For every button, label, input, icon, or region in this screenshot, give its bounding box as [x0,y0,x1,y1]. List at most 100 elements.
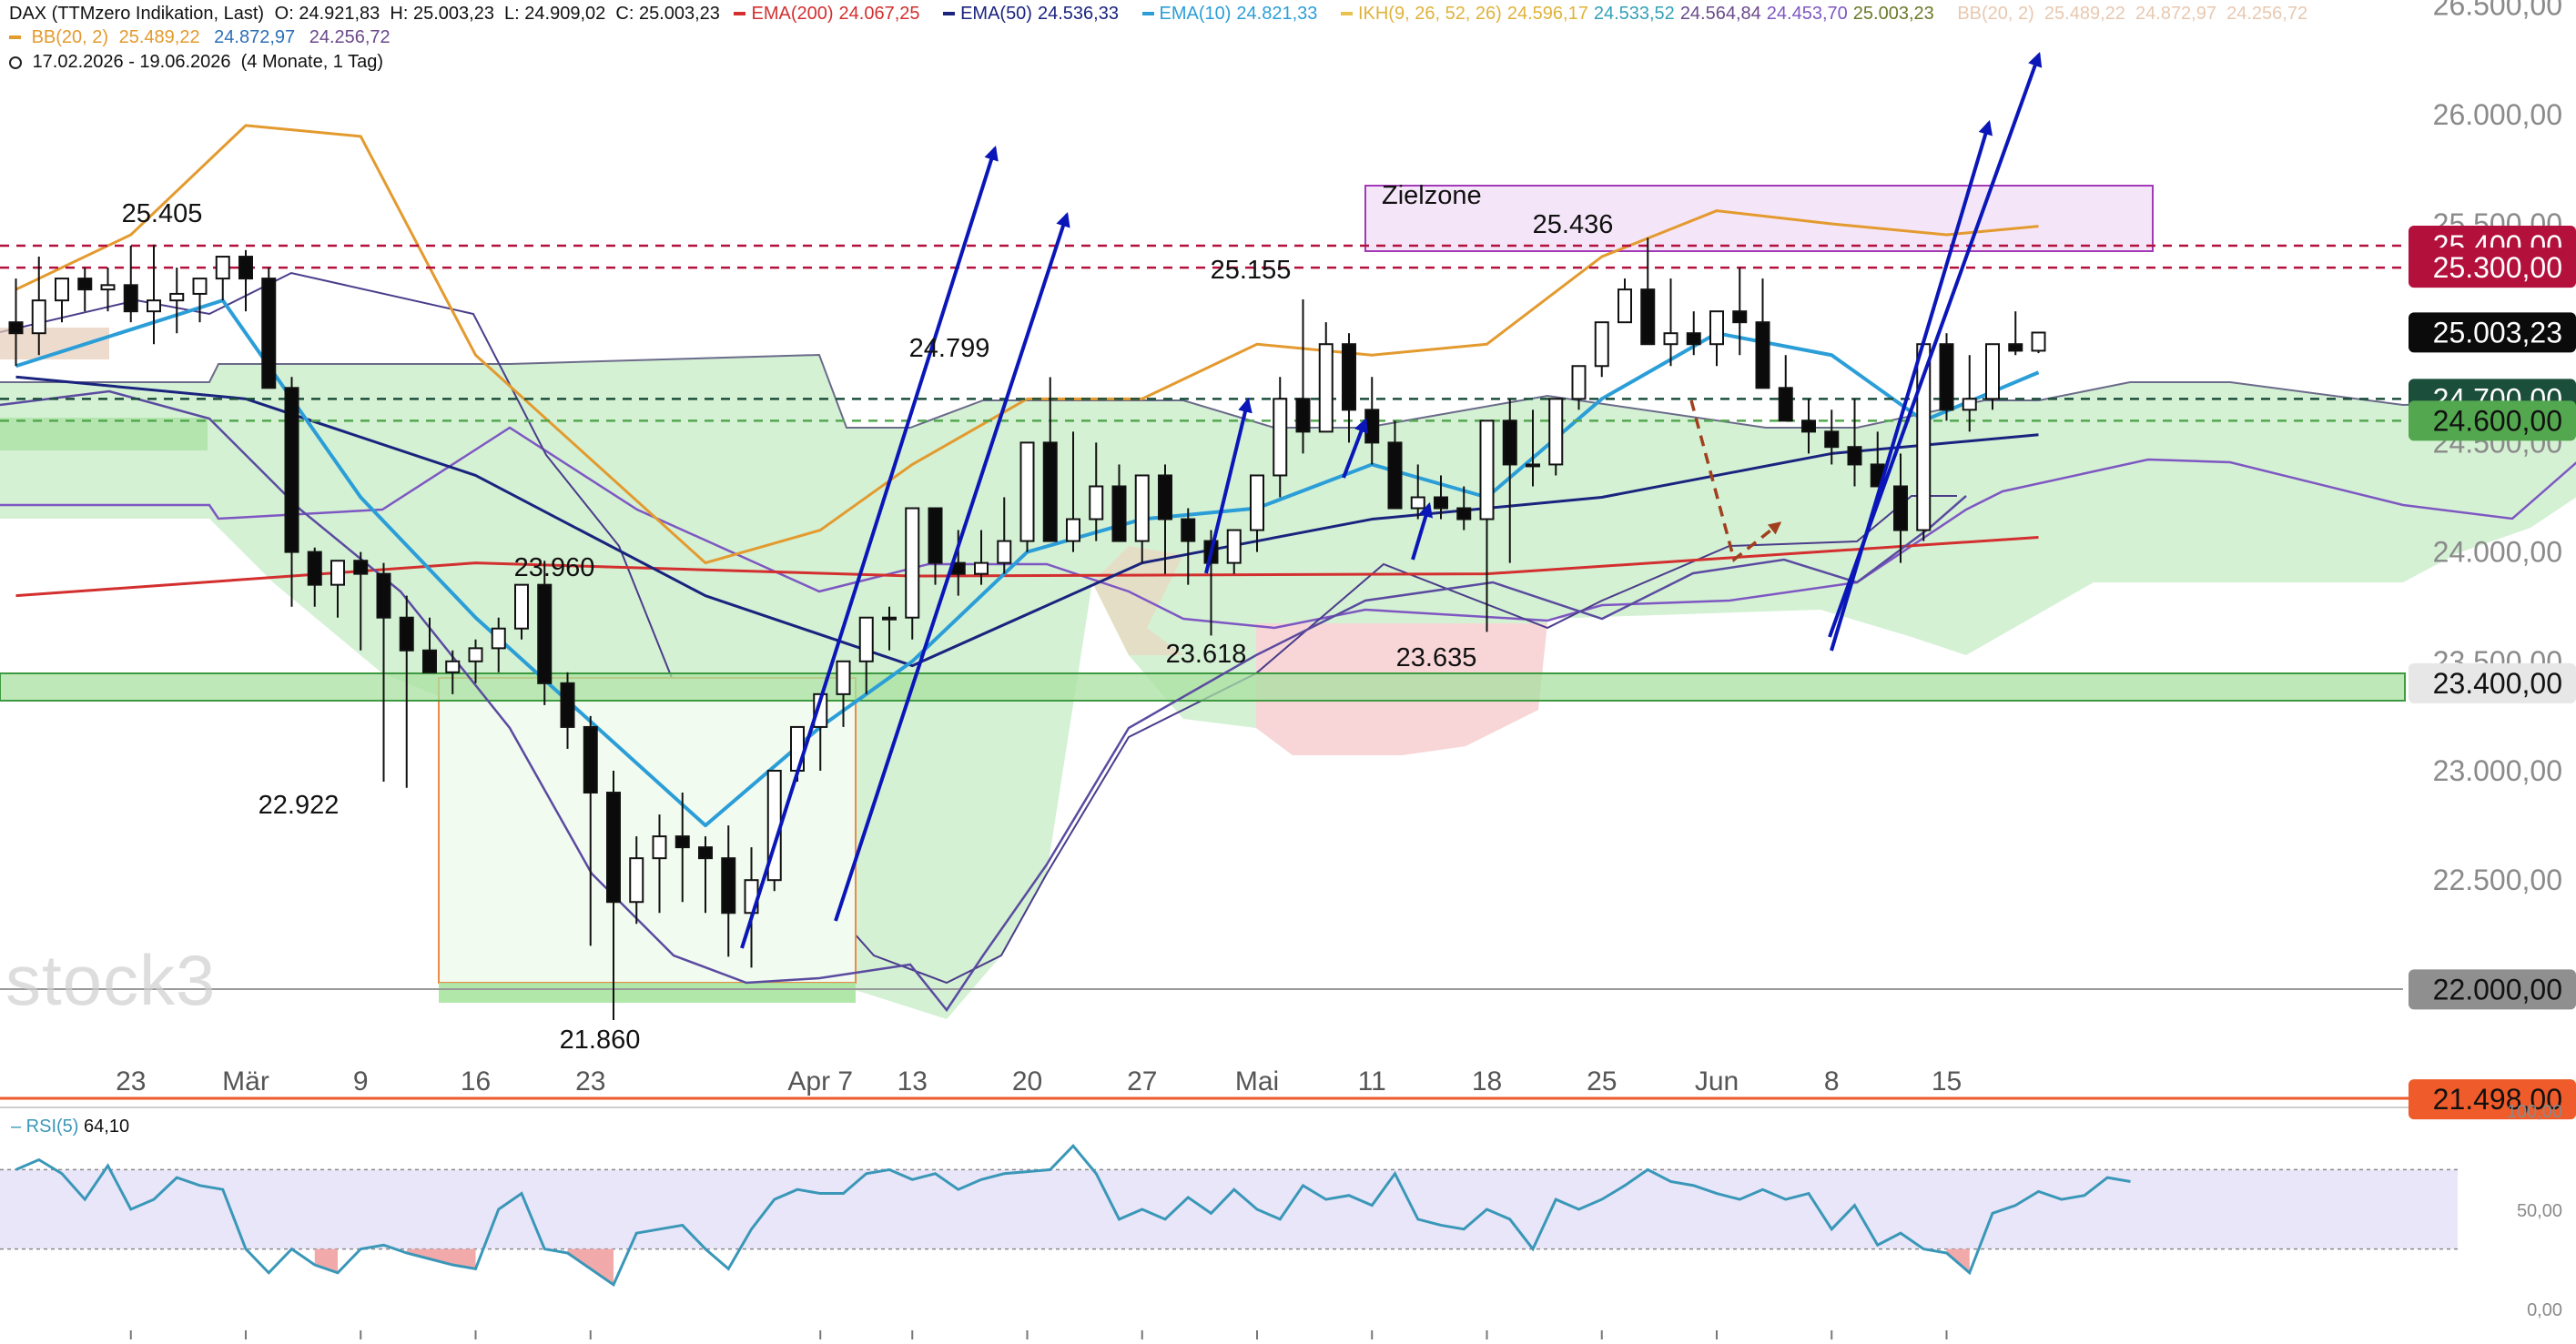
price-annotation: 23.635 [1396,643,1477,672]
candle-body [422,649,437,673]
candle-body [468,647,483,662]
level-24600-badge: 24.600,00 [2409,400,2576,441]
candle-body [698,846,713,860]
ema50-legend-value: 24.536,33 [1037,4,1119,24]
candle-body [1709,310,1724,346]
price-annotation: 23.618 [1166,640,1247,669]
candle-body [997,540,1012,564]
candle-body [1618,288,1632,324]
candle-body [2008,343,2023,352]
time-tick-label: 25 [1587,1066,1617,1096]
candle-body [1226,529,1242,564]
candle-body [238,256,253,280]
bb-legend-lower: 24.256,72 [309,27,390,47]
accumulation-box [438,677,857,984]
price-annotation: 24.799 [909,334,990,363]
ema50-legend-label: EMA(50) [960,4,1032,24]
candle-body [1295,398,1311,433]
ema200-legend-label: EMA(200) [751,4,834,24]
accumulation-floor [439,983,856,1003]
price-annotation: 25.436 [1533,210,1614,239]
ikh-value-3: 24.564,84 [1679,4,1761,24]
candle-body [1134,474,1150,542]
candle-body [77,278,93,291]
price-annotation: 23.960 [514,553,595,582]
time-tick-label: Mär [222,1066,269,1096]
candle-body [215,256,230,280]
candle-body [1594,321,1609,368]
candle-body [606,792,621,904]
ikh-value-1: 24.596,17 [1506,4,1588,24]
candle-body [55,278,69,302]
ikh-value-4: 24.453,70 [1766,4,1848,24]
candle [1640,237,1656,346]
candle [2031,331,2046,354]
candle-body [1410,496,1425,510]
watermark: stock3 [5,940,217,1020]
rsi-tick-label: 100,00 [2507,1102,2562,1122]
candle [1778,355,1793,422]
time-tick-label: 8 [1824,1066,1840,1096]
ikh-legend-label: IKH(9, 26, 52, 26) [1357,4,1502,24]
candle-body [192,278,208,295]
price-tick-label: 23.000,00 [2433,754,2562,787]
candle-body [2031,331,2046,352]
bb-legend-faded: BB(20, 2) 25.489,22 24.872,97 24.256,72 [1957,4,2308,24]
candle-body [1181,518,1196,542]
header-line-2: BB(20, 2) 25.489,22 24.872,97 24.256,72 [9,27,400,48]
candle [1318,322,1334,433]
time-axis: 23 Mär 9 16 23 Apr 7 13 20 27 Mai 11 18 25 Jun 8 15 [116,1066,1962,1096]
support-band-left [0,418,208,450]
candle-body [858,616,874,662]
candle-body [537,583,553,684]
ichimoku-cloud [0,271,2576,1019]
level-25300-badge-text: 25.300,00 [2433,251,2562,284]
candle-body [1985,343,2000,400]
level-25300-badge: 25.300,00 [2409,248,2576,288]
candle-body [1847,446,1862,466]
ohlc-values: O: 24.921,83 H: 25.003,23 L: 24.909,02 C… [274,4,720,24]
candle [169,268,185,334]
candle [1594,321,1609,378]
candle-body [1824,430,1840,449]
price-annotation: 22.922 [259,791,340,820]
candle-body [445,660,461,673]
time-tick-label: 15 [1932,1066,1962,1096]
target-zone [1364,185,2154,252]
level-22000-badge-text: 22.000,00 [2433,973,2562,1005]
candle-body [1387,441,1403,510]
candle-body [1111,485,1127,542]
candle-body [147,299,161,313]
rsi-legend-value: 64,10 [84,1117,129,1137]
candle-body [1778,387,1793,422]
header-line-1: DAX (TTMzero Indikation, Last) O: 24.921… [9,4,2317,25]
candle-body [1318,343,1334,433]
candle [1618,278,1632,324]
ikh-value-5: 25.003,23 [1852,4,1934,24]
time-tick-label: 23 [116,1066,146,1096]
grid [0,988,2576,1108]
candle-body [491,627,506,650]
candle-body [376,572,391,619]
candle [1548,398,1564,476]
candle-body [674,835,690,849]
candle-body [1502,419,1517,466]
chart-svg: 25.405 24.799 25.155 25.436 23.960 22.922 21.8… [0,0,2576,1339]
level-23400-badge-text: 23.400,00 [2433,667,2562,700]
candle [1295,298,1311,454]
time-tick-label: Mai [1235,1066,1279,1096]
ikh-legend: IKH(9, 26, 52, 26) 24.596,17 24.533,52 24.5… [1340,4,1943,24]
candle [238,249,253,312]
clock-icon [9,56,22,69]
time-tick-label: 27 [1127,1066,1157,1096]
candle [192,278,208,323]
candle-body [974,561,989,575]
candle [1732,268,1748,356]
price-annotation: 21.860 [560,1026,641,1055]
chart-title: DAX (TTMzero Indikation, Last) [9,4,265,24]
candle [2008,311,2023,356]
time-tick-label: 16 [461,1066,491,1096]
time-tick-label: 9 [353,1066,369,1096]
candle-body [1342,343,1356,411]
candle-body [1042,441,1058,542]
